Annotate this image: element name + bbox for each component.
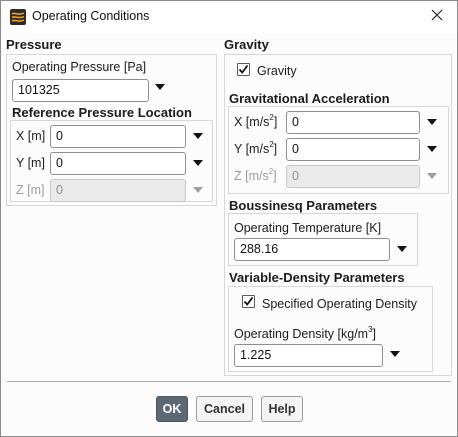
chevron-down-icon bbox=[390, 351, 400, 357]
operating-density-label: Operating Density [kg/m3] bbox=[234, 325, 377, 342]
chevron-down-icon bbox=[193, 160, 203, 166]
ref-z-label: Z [m] bbox=[16, 183, 45, 197]
cancel-button[interactable]: Cancel bbox=[196, 396, 253, 422]
accel-z-input: 0 bbox=[286, 165, 420, 188]
ref-z-dropdown bbox=[193, 187, 203, 194]
checkmark-icon bbox=[238, 64, 249, 74]
ref-x-input[interactable]: 0 bbox=[50, 125, 186, 148]
operating-pressure-input[interactable]: 101325 bbox=[12, 79, 149, 102]
accel-x-label: X [m/s2] bbox=[234, 113, 278, 130]
chevron-down-icon bbox=[427, 146, 437, 152]
operating-temperature-input[interactable]: 288.16 bbox=[234, 238, 390, 261]
specified-operating-density-checkbox[interactable] bbox=[242, 295, 255, 308]
chevron-down-icon bbox=[427, 119, 437, 125]
ref-y-dropdown[interactable] bbox=[193, 160, 203, 167]
chevron-down-icon bbox=[193, 133, 203, 139]
ref-z-input: 0 bbox=[50, 179, 186, 202]
reference-pressure-location-heading: Reference Pressure Location bbox=[12, 105, 192, 120]
boussinesq-heading: Boussinesq Parameters bbox=[229, 198, 378, 213]
operating-temperature-dropdown[interactable] bbox=[397, 246, 407, 253]
operating-density-dropdown[interactable] bbox=[390, 351, 400, 358]
operating-density-input[interactable]: 1.225 bbox=[234, 344, 383, 367]
chevron-down-icon bbox=[397, 246, 407, 252]
pressure-heading: Pressure bbox=[6, 37, 62, 52]
chevron-down-icon bbox=[193, 187, 203, 193]
accel-x-dropdown[interactable] bbox=[427, 119, 437, 126]
gravity-checkbox[interactable] bbox=[237, 63, 250, 76]
chevron-down-icon bbox=[155, 84, 165, 90]
specified-operating-density-label[interactable]: Specified Operating Density bbox=[262, 297, 417, 311]
accel-z-label: Z [m/s2] bbox=[234, 167, 277, 184]
close-button[interactable] bbox=[417, 1, 457, 32]
gravity-checkbox-label[interactable]: Gravity bbox=[257, 64, 297, 78]
accel-y-input[interactable]: 0 bbox=[286, 138, 420, 161]
variable-density-heading: Variable-Density Parameters bbox=[229, 270, 405, 285]
accel-y-dropdown[interactable] bbox=[427, 146, 437, 153]
checkmark-icon bbox=[243, 296, 254, 306]
ansys-fluent-icon bbox=[10, 9, 26, 25]
gravity-heading: Gravity bbox=[224, 37, 269, 52]
operating-pressure-label: Operating Pressure [Pa] bbox=[12, 60, 147, 74]
title-bar[interactable]: Operating Conditions bbox=[1, 1, 457, 33]
close-icon bbox=[431, 9, 443, 24]
ok-button[interactable]: OK bbox=[156, 396, 188, 422]
accel-y-label: Y [m/s2] bbox=[234, 140, 278, 157]
accel-z-dropdown bbox=[427, 173, 437, 180]
ref-y-input[interactable]: 0 bbox=[50, 152, 186, 175]
help-button[interactable]: Help bbox=[261, 396, 303, 422]
ref-x-dropdown[interactable] bbox=[193, 133, 203, 140]
ref-y-label: Y [m] bbox=[16, 156, 45, 170]
chevron-down-icon bbox=[427, 173, 437, 179]
operating-pressure-dropdown[interactable] bbox=[155, 84, 165, 91]
ref-x-label: X [m] bbox=[16, 129, 46, 143]
window-title: Operating Conditions bbox=[32, 9, 150, 23]
operating-temperature-label: Operating Temperature [K] bbox=[234, 221, 382, 235]
operating-conditions-dialog: Operating Conditions Pressure Operating … bbox=[0, 0, 458, 437]
button-separator bbox=[7, 381, 451, 382]
gravitational-acceleration-heading: Gravitational Acceleration bbox=[229, 91, 390, 106]
accel-x-input[interactable]: 0 bbox=[286, 111, 420, 134]
